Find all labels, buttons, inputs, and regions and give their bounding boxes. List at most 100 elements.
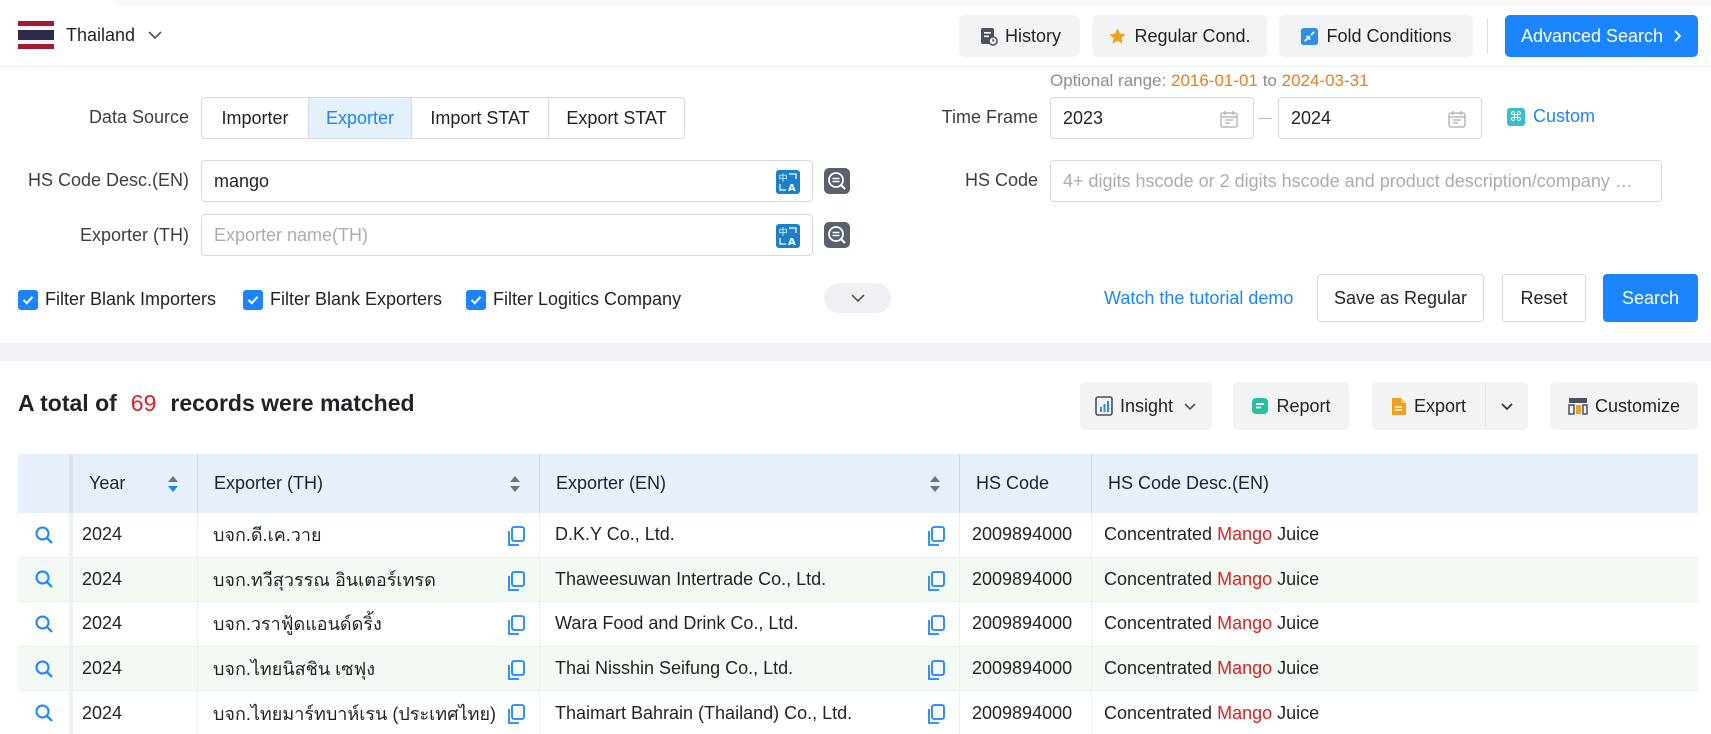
time-range-dash: [1258, 118, 1272, 119]
search-button[interactable]: Search: [1603, 274, 1698, 322]
copy-icon[interactable]: [927, 615, 945, 636]
cell-exporter-en: Thaweesuwan Intertrade Co., Ltd.: [540, 557, 960, 602]
time-to-input[interactable]: 2024: [1278, 97, 1482, 139]
svg-text:中: 中: [779, 172, 788, 184]
search-icon[interactable]: [34, 659, 54, 679]
filter-blank-importers-checkbox[interactable]: Filter Blank Importers: [18, 289, 216, 310]
fold-icon: [1300, 27, 1319, 46]
export-dropdown-button[interactable]: [1485, 382, 1528, 430]
copy-icon[interactable]: [507, 704, 525, 725]
data-source-import-stat[interactable]: Import STAT: [412, 98, 549, 138]
row-search-cell[interactable]: [18, 557, 73, 602]
sort-icon[interactable]: [929, 474, 941, 494]
magnify-list-icon[interactable]: [824, 222, 850, 248]
regular-cond-button[interactable]: Regular Cond.: [1092, 15, 1267, 57]
column-year[interactable]: Year: [73, 454, 198, 513]
translate-icon[interactable]: 中A: [776, 170, 800, 194]
section-divider: [0, 343, 1711, 361]
desc-pre: Concentrated: [1104, 702, 1213, 723]
customize-label: Customize: [1594, 395, 1681, 416]
customize-button[interactable]: Customize: [1550, 382, 1698, 430]
svg-text:A: A: [788, 237, 796, 248]
table-row: 2024 บจก.วราฟู้ดแอนด์ดริ้ง Wara Food and…: [18, 602, 1698, 647]
desc-highlight: Mango: [1217, 524, 1273, 545]
cell-exporter-en: Thaimart Bahrain (Thailand) Co., Ltd.: [540, 691, 960, 734]
desc-pre: Concentrated: [1104, 658, 1213, 679]
filter-logistics-company-checkbox[interactable]: Filter Logitics Company: [466, 289, 681, 310]
hs-desc-label: HS Code Desc.(EN): [27, 170, 189, 190]
copy-icon[interactable]: [507, 526, 525, 546]
cell-hs-desc: Concentrated Mango Juice: [1092, 513, 1698, 557]
custom-range-button[interactable]: ⌘ Custom: [1507, 106, 1595, 127]
copy-icon[interactable]: [927, 659, 945, 680]
exporter-input[interactable]: Exporter name(TH) 中A: [201, 214, 813, 256]
data-source-export-stat[interactable]: Export STAT: [549, 98, 684, 138]
translate-icon[interactable]: 中A: [776, 224, 800, 248]
row-search-cell[interactable]: [18, 602, 73, 646]
report-button[interactable]: Report: [1233, 382, 1349, 430]
tutorial-demo-link[interactable]: Watch the tutorial demo: [1104, 288, 1293, 309]
sort-icon[interactable]: [167, 474, 179, 494]
copy-icon[interactable]: [927, 526, 945, 546]
cell-hs-code: 2009894000: [960, 602, 1092, 646]
thailand-flag-icon: [18, 21, 54, 49]
search-icon[interactable]: [34, 525, 54, 545]
reset-button[interactable]: Reset: [1502, 274, 1586, 322]
search-icon[interactable]: [34, 703, 54, 723]
optional-range: Optional range: 2016-01-01 to 2024-03-31: [1050, 71, 1369, 91]
filter-blank-importers-label: Filter Blank Importers: [45, 289, 217, 309]
insight-button[interactable]: Insight: [1080, 382, 1212, 430]
row-search-cell[interactable]: [18, 513, 73, 557]
cell-hs-desc: Concentrated Mango Juice: [1092, 602, 1698, 646]
cell-exporter-th: บจก.ดี.เค.วาย: [198, 513, 540, 557]
top-bar: Thailand History Regular Cond. Fold Cond…: [0, 0, 1711, 67]
filter-blank-exporters-checkbox[interactable]: Filter Blank Exporters: [243, 289, 442, 310]
hs-desc-input[interactable]: mango 中A: [201, 160, 813, 202]
column-hs-desc-label: HS Code Desc.(EN): [1108, 473, 1270, 493]
column-exporter-th[interactable]: Exporter (TH): [198, 454, 540, 513]
copy-icon[interactable]: [507, 615, 525, 636]
column-year-label: Year: [89, 473, 126, 493]
cell-year: 2024: [73, 602, 198, 646]
column-exporter-en[interactable]: Exporter (EN): [540, 454, 960, 513]
command-icon: ⌘: [1507, 107, 1525, 126]
cell-exporter-th: บจก.ไทยนิสชิน เซฟุง: [198, 646, 540, 691]
table-header: Year Exporter (TH) Exporter (EN) HS Code…: [18, 454, 1698, 513]
row-search-cell[interactable]: [18, 646, 73, 691]
insight-chart-icon: [1095, 396, 1113, 416]
star-icon: [1108, 27, 1127, 46]
report-icon: [1251, 397, 1269, 415]
chevron-right-icon: [1673, 29, 1682, 43]
save-as-regular-button[interactable]: Save as Regular: [1317, 274, 1484, 322]
cell-exporter-en: Wara Food and Drink Co., Ltd.: [540, 602, 960, 646]
calendar-icon: [1220, 111, 1238, 128]
cell-exporter-th: บจก.ไทยมาร์ทบาห์เรน (ประเทศไทย): [198, 691, 540, 734]
expand-conditions-button[interactable]: [824, 283, 891, 313]
copy-icon[interactable]: [507, 659, 525, 680]
magnify-list-icon[interactable]: [824, 168, 850, 194]
cell-hs-desc: Concentrated Mango Juice: [1092, 558, 1698, 602]
country-selector[interactable]: Thailand: [18, 20, 163, 50]
advanced-search-button[interactable]: Advanced Search: [1505, 15, 1698, 57]
search-icon[interactable]: [34, 569, 54, 589]
hs-code-input[interactable]: 4+ digits hscode or 2 digits hscode and …: [1050, 160, 1662, 202]
row-search-cell[interactable]: [18, 691, 73, 734]
sort-icon[interactable]: [509, 474, 521, 494]
optional-range-to: to: [1262, 71, 1277, 90]
history-label: History: [1004, 25, 1061, 46]
search-icon[interactable]: [34, 614, 54, 634]
checkbox-checked-icon: [18, 289, 38, 310]
data-source-importer[interactable]: Importer: [202, 98, 309, 138]
fold-conditions-button[interactable]: Fold Conditions: [1279, 15, 1473, 57]
export-button[interactable]: Export: [1372, 382, 1485, 430]
column-hs-code: HS Code: [960, 454, 1092, 513]
copy-icon[interactable]: [927, 570, 945, 591]
hs-code-placeholder: 4+ digits hscode or 2 digits hscode and …: [1063, 170, 1641, 191]
copy-icon[interactable]: [927, 704, 945, 725]
time-to-value: 2024: [1291, 107, 1332, 128]
data-source-exporter[interactable]: Exporter: [309, 98, 412, 138]
time-from-input[interactable]: 2023: [1050, 97, 1254, 139]
history-button[interactable]: History: [959, 15, 1080, 57]
copy-icon[interactable]: [507, 570, 525, 591]
cell-year: 2024: [73, 557, 198, 602]
